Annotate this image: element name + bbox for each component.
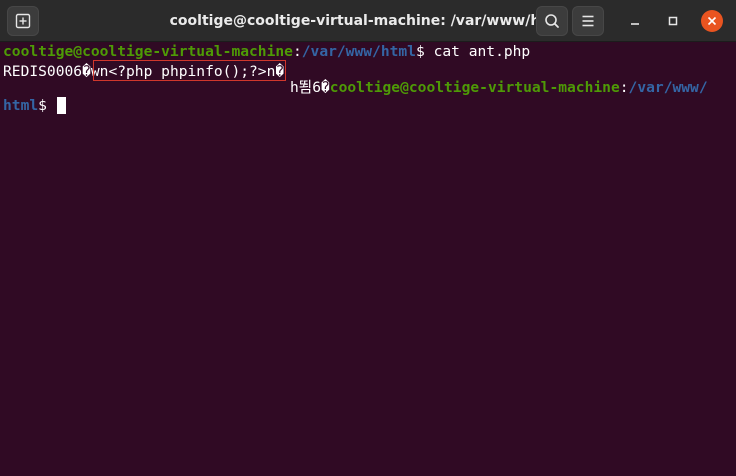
- prompt-line-current: html$: [3, 97, 66, 115]
- prompt-path-continued: html: [3, 97, 39, 114]
- close-icon: [707, 16, 717, 26]
- search-button[interactable]: [536, 6, 568, 36]
- prompt-line-command: cooltige@cooltige-virtual-machine:/var/w…: [3, 43, 530, 61]
- prompt-dollar: $: [415, 43, 434, 60]
- terminal-output[interactable]: cooltige@cooltige-virtual-machine:/var/w…: [0, 42, 736, 476]
- output-binary-garbage: h뙴6�: [290, 79, 330, 96]
- title-bar[interactable]: cooltige@cooltige-virtual-machine: /var/…: [0, 0, 736, 42]
- terminal-window: cooltige@cooltige-virtual-machine: /var/…: [0, 0, 736, 476]
- text-cursor: [56, 97, 66, 114]
- close-button[interactable]: [701, 10, 723, 32]
- prompt-path: /var/www/html: [301, 43, 416, 60]
- new-tab-button[interactable]: [7, 6, 39, 36]
- menu-button[interactable]: [572, 6, 604, 36]
- output-prefix: REDIS0006�: [3, 63, 91, 80]
- minimize-icon: [631, 23, 639, 25]
- prompt-dollar-2: $: [38, 97, 56, 114]
- prompt-user-host-2: cooltige@cooltige-virtual-machine: [329, 79, 620, 96]
- maximize-icon: [668, 16, 678, 26]
- prompt-user-host: cooltige@cooltige-virtual-machine: [3, 43, 293, 60]
- minimize-button[interactable]: [624, 10, 646, 32]
- highlight-annotation-box: [93, 60, 286, 81]
- maximize-button[interactable]: [662, 10, 684, 32]
- search-icon: [545, 14, 559, 28]
- hamburger-menu-icon: [582, 15, 594, 27]
- prompt-colon-2: :: [619, 79, 629, 96]
- prompt-colon: :: [292, 43, 302, 60]
- prompt-path-2: /var/www/: [628, 79, 708, 96]
- output-line-binary-prompt: h뙴6�cooltige@cooltige-virtual-machine:/v…: [290, 79, 708, 97]
- new-tab-icon: [15, 13, 31, 29]
- command-text: cat ant.php: [433, 43, 531, 60]
